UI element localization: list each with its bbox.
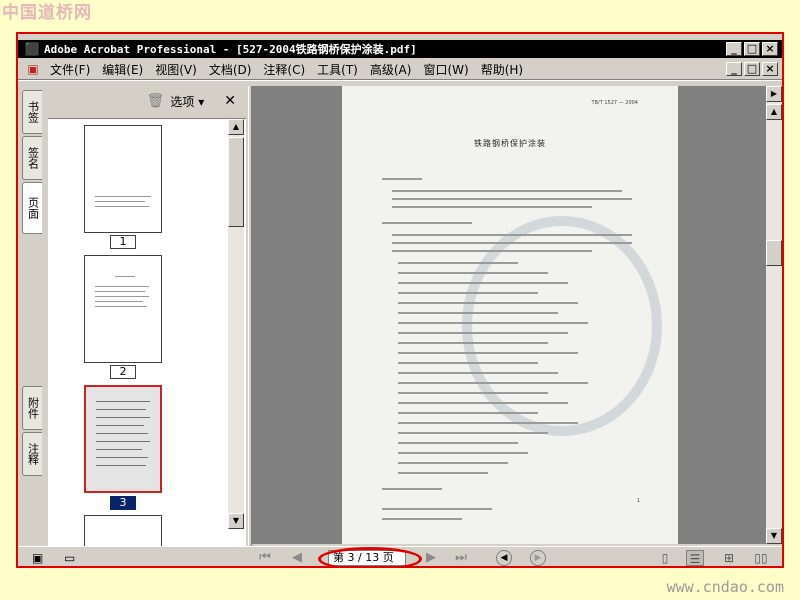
thumbnail-label: 3 [110,496,136,510]
acrobat-window: ⬛ Adobe Acrobat Professional - [527-2004… [16,32,784,568]
continuous-facing-icon[interactable]: ▯▯ [752,550,770,566]
document-page: TB/T 1527 — 2004 铁路钢桥保护涂装 1 [342,86,678,544]
menu-window[interactable]: 窗口(W) [419,61,476,78]
page-number: 1 [636,498,640,504]
menu-advanced[interactable]: 高级(A) [366,61,420,78]
scroll-down-icon[interactable]: ▼ [766,528,782,544]
window-title: Adobe Acrobat Professional - [527-2004铁路… [44,43,417,56]
pages-panel: 🗑 选项 ▾ ✕ 1 2 3 ▲ ▼ [48,86,246,546]
scroll-right-arrow-icon[interactable]: ▶ [766,86,782,102]
thumbnail-label: 1 [110,235,136,249]
navigation-tabs: 书签 签名 页面 附件 注释 [20,86,44,546]
tab-bookmarks[interactable]: 书签 [22,90,42,134]
doc-minimize-button[interactable]: _ [726,62,742,76]
page-thumbnail-3[interactable] [84,385,162,493]
page-properties-icon[interactable]: ▭ [64,550,75,566]
pages-panel-toolbar: 🗑 选项 ▾ ✕ [48,86,246,116]
prev-page-icon[interactable]: ◀ [286,550,308,566]
watermark-bottom: www.cndao.com [666,578,784,596]
scroll-up-icon[interactable]: ▲ [228,119,244,135]
previous-view-icon[interactable]: ◀ [496,550,512,566]
facing-pages-icon[interactable]: ⊞ [720,550,738,566]
trash-icon[interactable]: 🗑 [147,93,165,109]
pdf-document-icon[interactable]: ▣ [24,62,42,76]
thumbnail-list: 1 2 3 ▲ ▼ [48,118,246,546]
menu-bar: ▣ 文件(F) 编辑(E) 视图(V) 文档(D) 注释(C) 工具(T) 高级… [18,60,782,78]
options-button[interactable]: 选项 ▾ [170,93,204,110]
page-header-code: TB/T 1527 — 2004 [591,100,638,106]
adobe-acrobat-icon: ⬛ [24,42,40,56]
status-bar: ▣ ▭ ⏮ ◀ 第 3 / 13 页 ▶ ⏭ ◀ ▶ ▯ ☰ ⊞ ▯▯ [18,546,782,566]
menu-tools[interactable]: 工具(T) [313,61,366,78]
tab-pages[interactable]: 页面 [22,182,42,234]
document-view: TB/T 1527 — 2004 铁路钢桥保护涂装 1 [252,86,766,544]
document-scroll-thumb[interactable] [766,240,782,266]
doc-close-button[interactable]: × [762,62,778,76]
doc-restore-button[interactable]: □ [744,62,760,76]
menu-comments[interactable]: 注释(C) [259,61,313,78]
first-page-icon[interactable]: ⏮ [254,550,276,566]
page-thumbnail-4[interactable] [84,515,162,546]
title-bar: ⬛ Adobe Acrobat Professional - [527-2004… [18,40,782,58]
close-button[interactable]: × [762,42,778,56]
thumbnail-scrollbar[interactable]: ▲ ▼ [228,119,244,529]
close-panel-icon[interactable]: ✕ [224,93,236,109]
minimize-button[interactable]: _ [726,42,742,56]
tab-signatures[interactable]: 签名 [22,136,42,180]
page-thumbnail-1[interactable] [84,125,162,233]
tab-comments[interactable]: 注释 [22,432,42,476]
next-view-icon[interactable]: ▶ [530,550,546,566]
continuous-page-icon[interactable]: ☰ [686,550,704,566]
menu-view[interactable]: 视图(V) [151,61,205,78]
annotation-circle [318,547,422,566]
scroll-thumb[interactable] [228,137,244,227]
page-thumbnail-2[interactable] [84,255,162,363]
next-page-icon[interactable]: ▶ [420,550,442,566]
scroll-up-icon[interactable]: ▲ [766,104,782,120]
menu-edit[interactable]: 编辑(E) [98,61,151,78]
tab-attachments[interactable]: 附件 [22,386,42,430]
toolbar-separator [18,79,782,81]
single-page-icon[interactable]: ▯ [656,550,674,566]
menu-document[interactable]: 文档(D) [205,61,260,78]
maximize-button[interactable]: □ [744,42,760,56]
watermark-top: 中国道桥网 [2,3,92,23]
last-page-icon[interactable]: ⏭ [450,550,472,566]
document-window-icon[interactable]: ▣ [32,550,43,566]
menu-help[interactable]: 帮助(H) [477,61,531,78]
document-title: 铁路钢桥保护涂装 [474,139,546,148]
document-scrollbar[interactable]: ▶ ▲ ▼ [766,86,782,544]
scroll-down-icon[interactable]: ▼ [228,513,244,529]
thumbnail-label: 2 [110,365,136,379]
menu-file[interactable]: 文件(F) [46,61,98,78]
